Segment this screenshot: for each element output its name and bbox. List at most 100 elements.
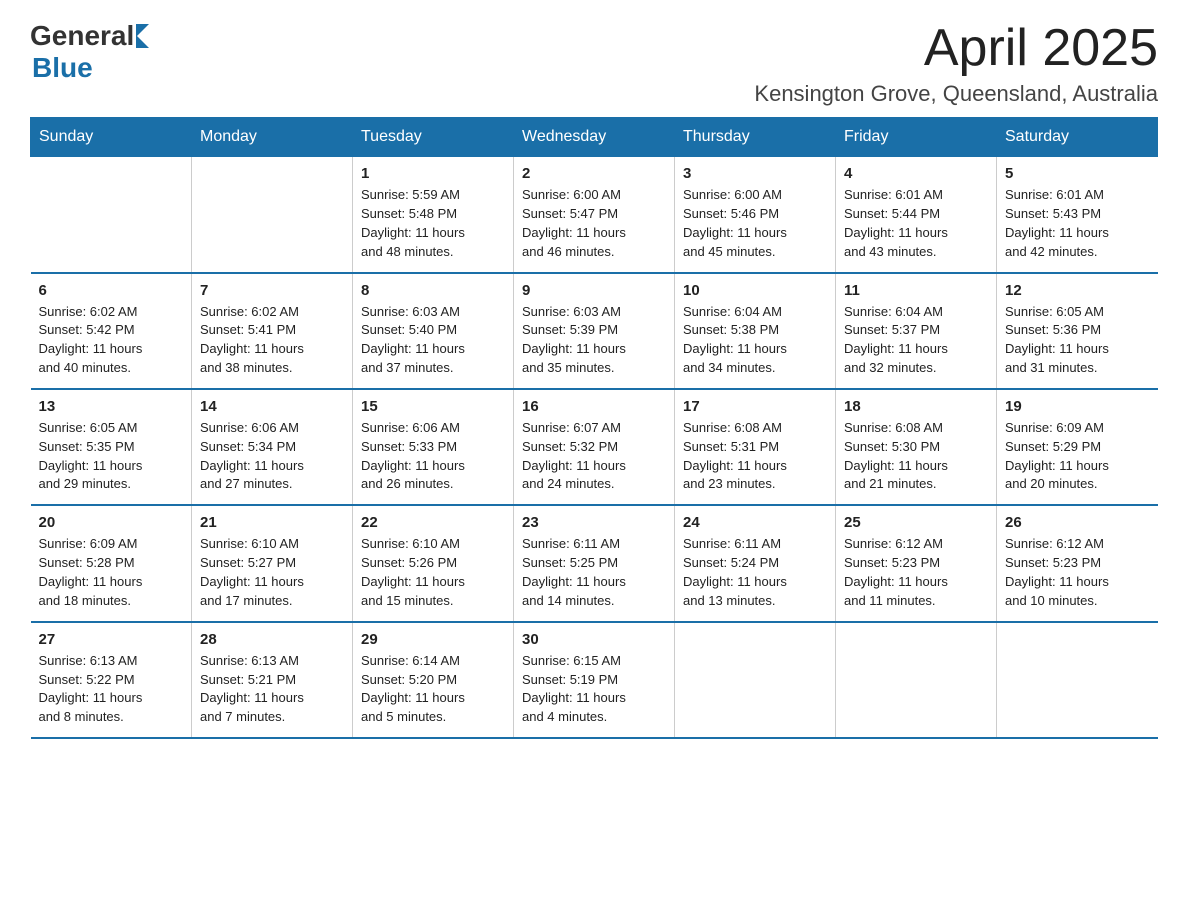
calendar-cell: 12 Sunrise: 6:05 AM Sunset: 5:36 PM Dayli… [997, 273, 1158, 389]
day-number: 22 [361, 514, 505, 531]
calendar-cell: 19 Sunrise: 6:09 AM Sunset: 5:29 PM Dayli… [997, 389, 1158, 505]
day-number: 19 [1005, 398, 1150, 415]
calendar-cell: 22 Sunrise: 6:10 AM Sunset: 5:26 PM Dayli… [353, 505, 514, 621]
header-tuesday: Tuesday [353, 118, 514, 157]
day-number: 13 [39, 398, 184, 415]
day-number: 23 [522, 514, 666, 531]
calendar-cell: 14 Sunrise: 6:06 AM Sunset: 5:34 PM Dayli… [192, 389, 353, 505]
day-number: 3 [683, 165, 827, 182]
calendar-cell [997, 622, 1158, 738]
day-info: Sunrise: 6:08 AM Sunset: 5:30 PM Dayligh… [844, 419, 988, 494]
day-info: Sunrise: 6:10 AM Sunset: 5:27 PM Dayligh… [200, 535, 344, 610]
calendar-header-row: SundayMondayTuesdayWednesdayThursdayFrid… [31, 118, 1158, 157]
calendar-cell: 9Sunrise: 6:03 AM Sunset: 5:39 PM Daylig… [514, 273, 675, 389]
day-info: Sunrise: 6:06 AM Sunset: 5:34 PM Dayligh… [200, 419, 344, 494]
day-info: Sunrise: 6:07 AM Sunset: 5:32 PM Dayligh… [522, 419, 666, 494]
calendar-cell: 25Sunrise: 6:12 AM Sunset: 5:23 PM Dayli… [836, 505, 997, 621]
calendar-week-1: 1 Sunrise: 5:59 AM Sunset: 5:48 PM Daylig… [31, 157, 1158, 273]
calendar-cell [192, 157, 353, 273]
logo-blue-text: Blue [32, 52, 93, 84]
day-number: 21 [200, 514, 344, 531]
day-number: 20 [39, 514, 184, 531]
calendar-cell: 6 Sunrise: 6:02 AM Sunset: 5:42 PM Daylig… [31, 273, 192, 389]
calendar-cell: 18 Sunrise: 6:08 AM Sunset: 5:30 PM Dayli… [836, 389, 997, 505]
day-info: Sunrise: 6:04 AM Sunset: 5:38 PM Dayligh… [683, 303, 827, 378]
day-info: Sunrise: 6:01 AM Sunset: 5:44 PM Dayligh… [844, 186, 988, 261]
day-info: Sunrise: 6:01 AM Sunset: 5:43 PM Dayligh… [1005, 186, 1150, 261]
month-year-title: April 2025 [754, 20, 1158, 77]
logo-general-text: General [30, 20, 134, 52]
day-info: Sunrise: 6:13 AM Sunset: 5:21 PM Dayligh… [200, 652, 344, 727]
page-header: General Blue April 2025 Kensington Grove… [30, 20, 1158, 107]
day-info: Sunrise: 6:05 AM Sunset: 5:36 PM Dayligh… [1005, 303, 1150, 378]
calendar-cell: 2Sunrise: 6:00 AM Sunset: 5:47 PM Daylig… [514, 157, 675, 273]
calendar-week-2: 6 Sunrise: 6:02 AM Sunset: 5:42 PM Daylig… [31, 273, 1158, 389]
day-number: 12 [1005, 282, 1150, 299]
day-number: 4 [844, 165, 988, 182]
day-info: Sunrise: 6:09 AM Sunset: 5:29 PM Dayligh… [1005, 419, 1150, 494]
header-sunday: Sunday [31, 118, 192, 157]
day-number: 25 [844, 514, 988, 531]
header-wednesday: Wednesday [514, 118, 675, 157]
day-info: Sunrise: 6:03 AM Sunset: 5:40 PM Dayligh… [361, 303, 505, 378]
header-friday: Friday [836, 118, 997, 157]
calendar-week-3: 13 Sunrise: 6:05 AM Sunset: 5:35 PM Dayli… [31, 389, 1158, 505]
day-info: Sunrise: 6:15 AM Sunset: 5:19 PM Dayligh… [522, 652, 666, 727]
day-info: Sunrise: 6:00 AM Sunset: 5:46 PM Dayligh… [683, 186, 827, 261]
day-number: 1 [361, 165, 505, 182]
day-info: Sunrise: 6:10 AM Sunset: 5:26 PM Dayligh… [361, 535, 505, 610]
day-number: 7 [200, 282, 344, 299]
day-number: 26 [1005, 514, 1150, 531]
day-number: 24 [683, 514, 827, 531]
title-section: April 2025 Kensington Grove, Queensland,… [754, 20, 1158, 107]
calendar-week-4: 20Sunrise: 6:09 AM Sunset: 5:28 PM Dayli… [31, 505, 1158, 621]
calendar-cell: 28 Sunrise: 6:13 AM Sunset: 5:21 PM Dayli… [192, 622, 353, 738]
calendar-cell: 17 Sunrise: 6:08 AM Sunset: 5:31 PM Dayli… [675, 389, 836, 505]
day-number: 16 [522, 398, 666, 415]
day-info: Sunrise: 6:08 AM Sunset: 5:31 PM Dayligh… [683, 419, 827, 494]
calendar-week-5: 27 Sunrise: 6:13 AM Sunset: 5:22 PM Dayli… [31, 622, 1158, 738]
calendar-cell: 1 Sunrise: 5:59 AM Sunset: 5:48 PM Daylig… [353, 157, 514, 273]
header-saturday: Saturday [997, 118, 1158, 157]
day-number: 15 [361, 398, 505, 415]
day-number: 17 [683, 398, 827, 415]
day-info: Sunrise: 6:03 AM Sunset: 5:39 PM Dayligh… [522, 303, 666, 378]
day-info: Sunrise: 6:12 AM Sunset: 5:23 PM Dayligh… [1005, 535, 1150, 610]
day-info: Sunrise: 6:13 AM Sunset: 5:22 PM Dayligh… [39, 652, 184, 727]
calendar-cell: 16 Sunrise: 6:07 AM Sunset: 5:32 PM Dayli… [514, 389, 675, 505]
calendar-cell: 13 Sunrise: 6:05 AM Sunset: 5:35 PM Dayli… [31, 389, 192, 505]
header-thursday: Thursday [675, 118, 836, 157]
day-number: 30 [522, 631, 666, 648]
day-info: Sunrise: 6:11 AM Sunset: 5:24 PM Dayligh… [683, 535, 827, 610]
day-info: Sunrise: 6:00 AM Sunset: 5:47 PM Dayligh… [522, 186, 666, 261]
calendar-cell: 5Sunrise: 6:01 AM Sunset: 5:43 PM Daylig… [997, 157, 1158, 273]
day-info: Sunrise: 6:06 AM Sunset: 5:33 PM Dayligh… [361, 419, 505, 494]
day-number: 6 [39, 282, 184, 299]
calendar-cell: 10Sunrise: 6:04 AM Sunset: 5:38 PM Dayli… [675, 273, 836, 389]
calendar-cell: 26 Sunrise: 6:12 AM Sunset: 5:23 PM Dayli… [997, 505, 1158, 621]
calendar-cell: 8Sunrise: 6:03 AM Sunset: 5:40 PM Daylig… [353, 273, 514, 389]
day-info: Sunrise: 5:59 AM Sunset: 5:48 PM Dayligh… [361, 186, 505, 261]
location-subtitle: Kensington Grove, Queensland, Australia [754, 81, 1158, 107]
calendar-cell: 27 Sunrise: 6:13 AM Sunset: 5:22 PM Dayli… [31, 622, 192, 738]
calendar-cell [675, 622, 836, 738]
calendar-table: SundayMondayTuesdayWednesdayThursdayFrid… [30, 117, 1158, 739]
calendar-cell: 15 Sunrise: 6:06 AM Sunset: 5:33 PM Dayli… [353, 389, 514, 505]
day-info: Sunrise: 6:14 AM Sunset: 5:20 PM Dayligh… [361, 652, 505, 727]
day-number: 11 [844, 282, 988, 299]
logo: General Blue [30, 20, 149, 84]
day-info: Sunrise: 6:02 AM Sunset: 5:41 PM Dayligh… [200, 303, 344, 378]
day-info: Sunrise: 6:05 AM Sunset: 5:35 PM Dayligh… [39, 419, 184, 494]
day-number: 14 [200, 398, 344, 415]
calendar-cell: 21 Sunrise: 6:10 AM Sunset: 5:27 PM Dayli… [192, 505, 353, 621]
day-info: Sunrise: 6:02 AM Sunset: 5:42 PM Dayligh… [39, 303, 184, 378]
day-number: 28 [200, 631, 344, 648]
header-monday: Monday [192, 118, 353, 157]
calendar-cell: 20Sunrise: 6:09 AM Sunset: 5:28 PM Dayli… [31, 505, 192, 621]
day-info: Sunrise: 6:04 AM Sunset: 5:37 PM Dayligh… [844, 303, 988, 378]
calendar-cell: 4 Sunrise: 6:01 AM Sunset: 5:44 PM Daylig… [836, 157, 997, 273]
calendar-cell: 3 Sunrise: 6:00 AM Sunset: 5:46 PM Daylig… [675, 157, 836, 273]
day-info: Sunrise: 6:11 AM Sunset: 5:25 PM Dayligh… [522, 535, 666, 610]
day-number: 18 [844, 398, 988, 415]
day-number: 27 [39, 631, 184, 648]
